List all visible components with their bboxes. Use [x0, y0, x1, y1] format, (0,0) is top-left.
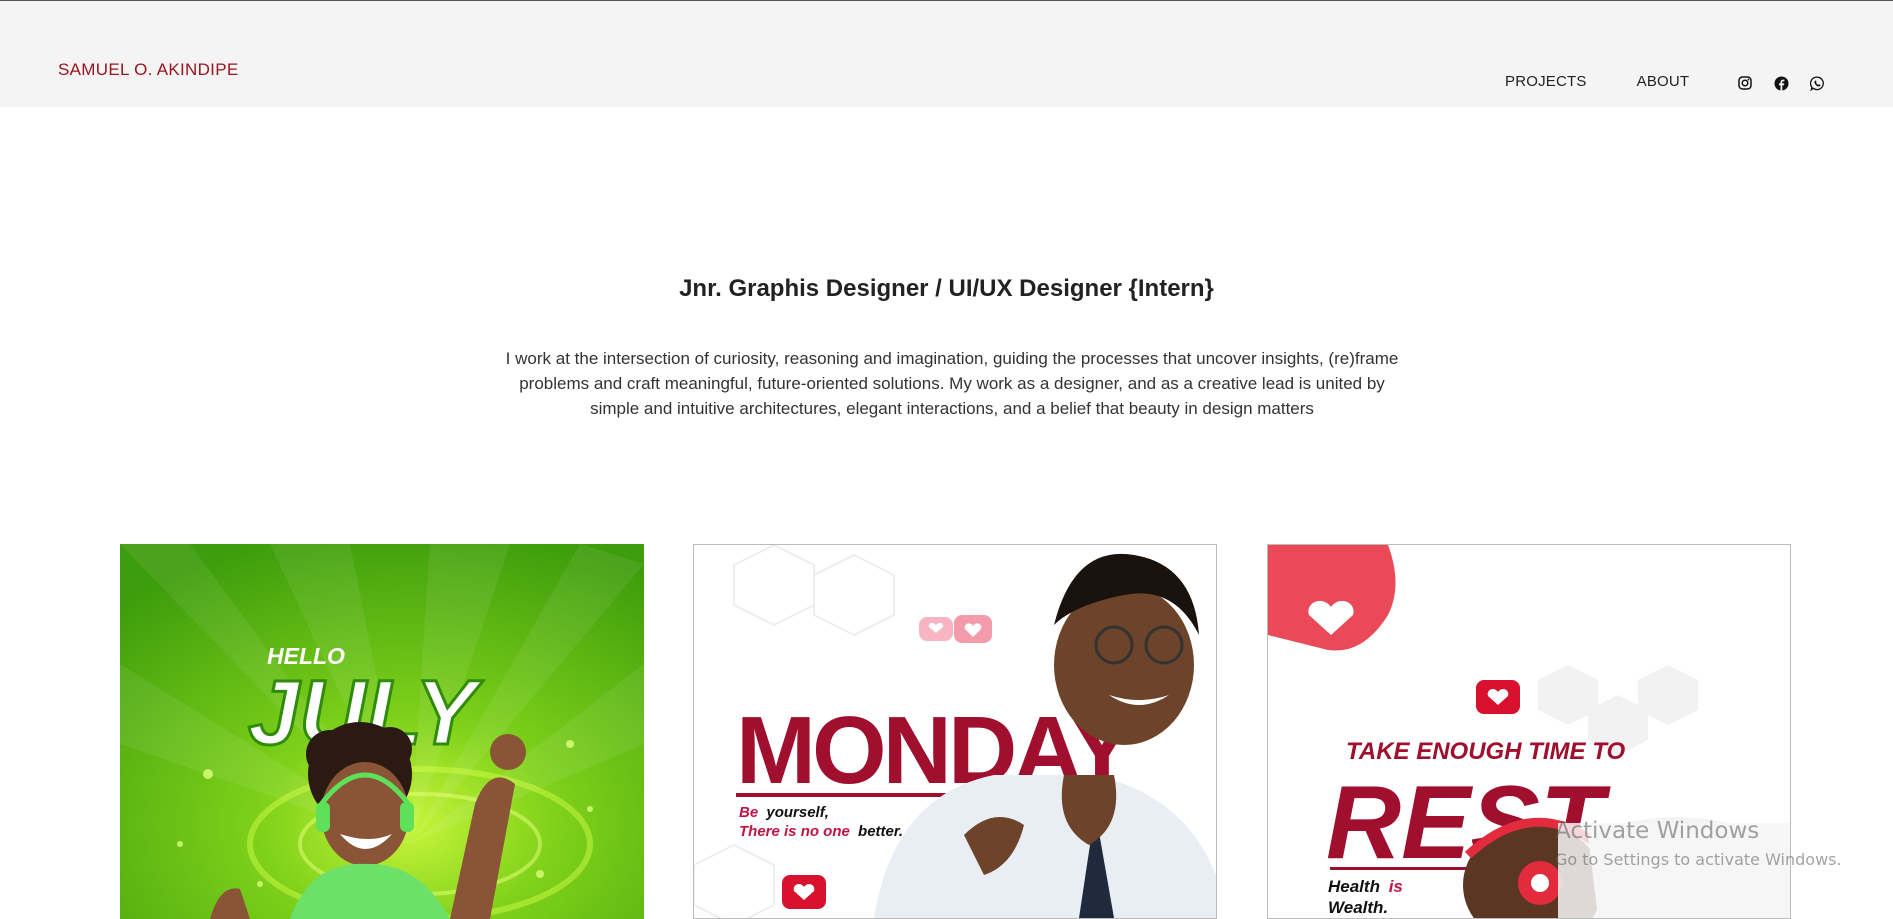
main-nav: PROJECTS ABOUT: [1505, 73, 1689, 90]
card2-tag-line2a: There is no one: [739, 823, 850, 840]
card3-tag-a: Health: [1328, 877, 1380, 896]
hero-intro: I work at the intersection of curiosity,…: [505, 349, 1399, 418]
card3-line1: TAKE ENOUGH TIME TO: [1346, 738, 1625, 765]
nav-about-link[interactable]: ABOUT: [1637, 73, 1690, 90]
activation-title: Activate Windows: [1555, 818, 1760, 844]
facebook-icon[interactable]: [1771, 73, 1791, 93]
svg-text:Health is: Health is: [1328, 877, 1403, 896]
card3-tag-c: Wealth.: [1328, 898, 1388, 917]
chat-heart-icons: [919, 615, 992, 643]
project-card-monday[interactable]: MONDAY Be yourself, There is no one bett…: [693, 544, 1217, 919]
svg-text:There is no one better.: There is no one better.: [739, 823, 903, 840]
nav-projects-link[interactable]: PROJECTS: [1505, 73, 1587, 90]
hero-headline: Jnr. Graphis Designer / UI/UX Designer {…: [679, 275, 1214, 302]
brand-logo-link[interactable]: SAMUEL O. AKINDIPE: [58, 60, 239, 80]
svg-text:Be yourself,: Be yourself,: [739, 804, 829, 821]
monday-artwork: MONDAY Be yourself, There is no one bett…: [694, 545, 1216, 918]
social-links: [1735, 73, 1827, 93]
hello-july-artwork: HELLO JULY: [120, 544, 644, 919]
whatsapp-icon[interactable]: [1807, 73, 1827, 93]
site-header: SAMUEL O. AKINDIPE PROJECTS ABOUT: [0, 1, 1893, 107]
project-card-hello-july[interactable]: HELLO JULY: [120, 544, 644, 919]
card2-tag-line2b: better.: [858, 823, 903, 840]
instagram-icon[interactable]: [1735, 73, 1755, 93]
windows-activation-watermark: Activate Windows Go to Settings to activ…: [1555, 818, 1842, 869]
card3-tag-b: is: [1389, 877, 1403, 896]
card2-tag-be: Be: [739, 804, 758, 821]
card2-tag-yourself: yourself,: [765, 804, 829, 821]
activation-subtitle: Go to Settings to activate Windows.: [1555, 850, 1842, 869]
